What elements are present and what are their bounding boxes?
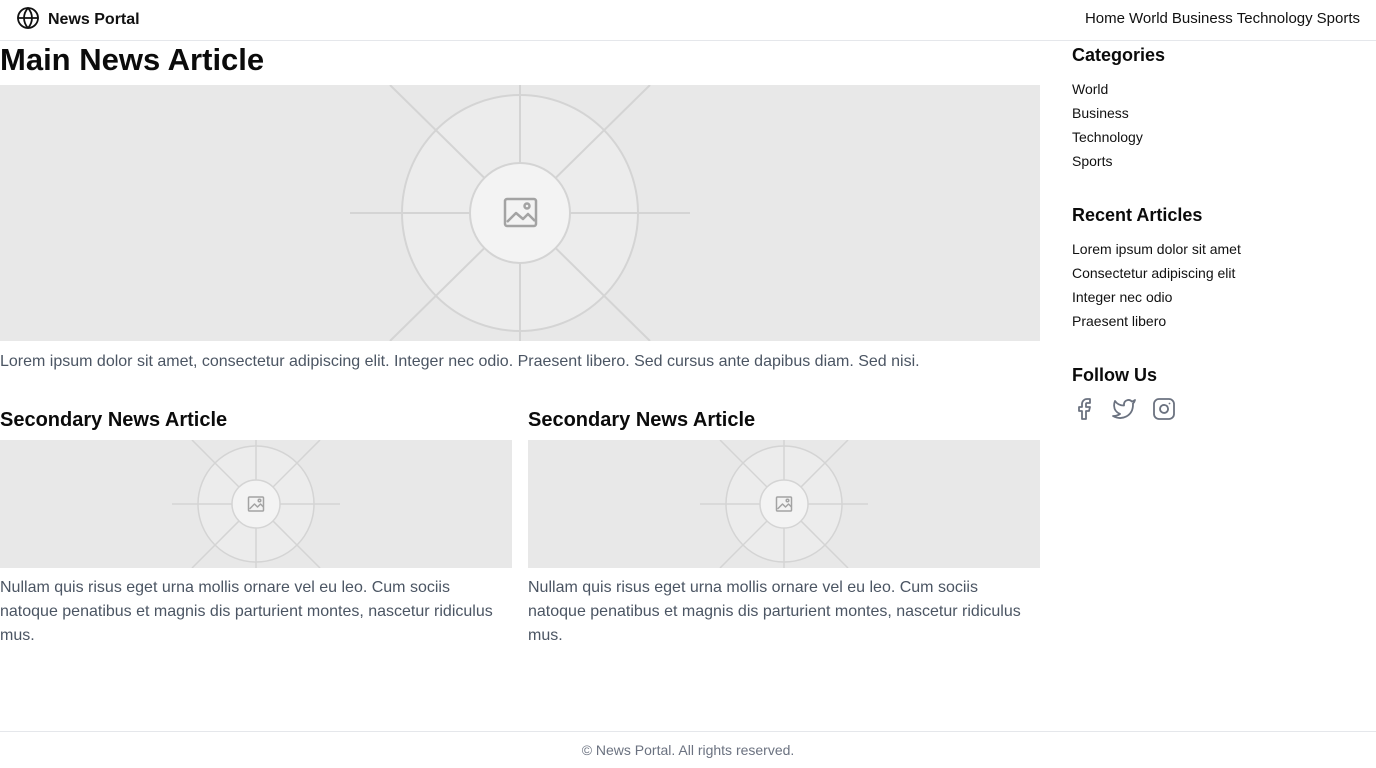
recent-article-link[interactable]: Lorem ipsum dolor sit amet [1072,237,1362,261]
nav-business[interactable]: Business [1172,10,1233,27]
secondary-article-summary: Nullam quis risus eget urna mollis ornar… [0,579,493,644]
brand[interactable]: News Portal [16,6,140,35]
recent-articles-section: Recent Articles Lorem ipsum dolor sit am… [1072,203,1362,333]
recent-article-link[interactable]: Praesent libero [1072,309,1362,333]
secondary-article-title[interactable]: Secondary News Article [0,408,512,440]
main-article-title[interactable]: Main News Article [0,41,1040,83]
brand-name: News Portal [48,11,140,28]
recent-articles-heading: Recent Articles [1072,205,1203,225]
main-article-summary: Lorem ipsum dolor sit amet, consectetur … [0,353,920,370]
secondary-article-image[interactable] [528,440,1040,568]
nav-technology[interactable]: Technology [1237,10,1313,27]
follow-us-section: Follow Us [1072,363,1362,421]
category-link-world[interactable]: World [1072,77,1362,101]
recent-articles-list: Lorem ipsum dolor sit amet Consectetur a… [1072,237,1362,333]
secondary-articles: Secondary News Article Nullam quis risus… [0,408,1040,648]
categories-section: Categories World Business Technology Spo… [1072,43,1362,173]
recent-article-link[interactable]: Consectetur adipiscing elit [1072,261,1362,285]
instagram-icon[interactable] [1152,397,1176,421]
main-content: Main News Article Lorem ipsum dolor sit … [0,41,1040,648]
twitter-icon[interactable] [1112,397,1136,421]
secondary-article-card: Secondary News Article Nullam quis risus… [528,408,1040,648]
top-navbar: News Portal Home World Business Technolo… [0,0,1376,41]
nav-home[interactable]: Home [1085,10,1125,27]
category-link-business[interactable]: Business [1072,101,1362,125]
image-placeholder-icon [700,440,868,568]
categories-heading: Categories [1072,45,1166,65]
main-nav: Home World Business Technology Sports [1085,10,1360,27]
category-link-sports[interactable]: Sports [1072,149,1362,173]
image-placeholder-icon [350,85,690,341]
facebook-icon[interactable] [1072,397,1096,421]
nav-sports[interactable]: Sports [1317,10,1360,27]
secondary-article-summary: Nullam quis risus eget urna mollis ornar… [528,579,1021,644]
sidebar: Categories World Business Technology Spo… [1072,41,1362,451]
main-article-image[interactable] [0,85,1040,341]
globe-icon [16,6,40,35]
secondary-article-title[interactable]: Secondary News Article [528,408,1040,440]
category-link-technology[interactable]: Technology [1072,125,1362,149]
follow-us-heading: Follow Us [1072,365,1157,385]
nav-world[interactable]: World [1129,10,1168,27]
footer: © News Portal. All rights reserved. [0,731,1376,768]
recent-article-link[interactable]: Integer nec odio [1072,285,1362,309]
categories-list: World Business Technology Sports [1072,77,1362,173]
secondary-article-image[interactable] [0,440,512,568]
footer-copyright: © News Portal. All rights reserved. [581,742,795,758]
image-placeholder-icon [172,440,340,568]
social-links [1072,397,1362,421]
secondary-article-card: Secondary News Article Nullam quis risus… [0,408,512,648]
